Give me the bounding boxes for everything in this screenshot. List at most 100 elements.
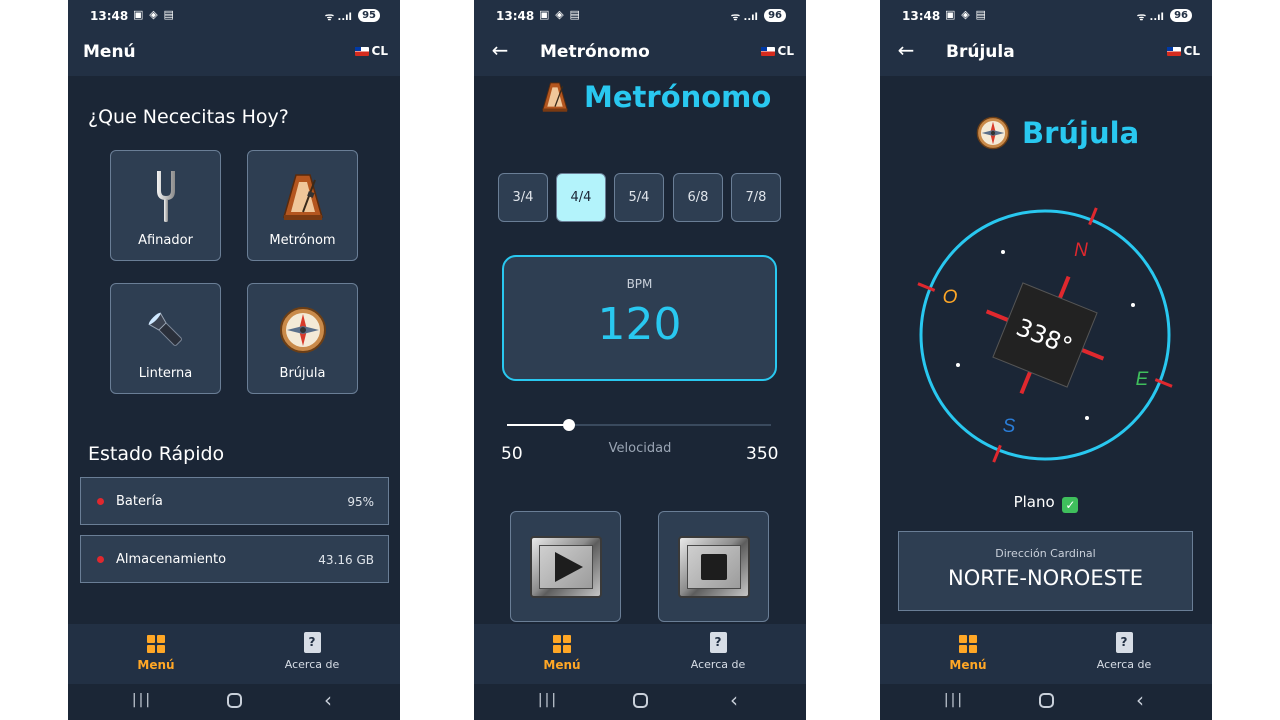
system-nav: ||| ‹ xyxy=(880,684,1212,720)
bottom-nav: Menú ? Acerca de xyxy=(880,624,1212,684)
signal-icon: ᯤ ..ıl xyxy=(324,12,352,23)
battery-indicator: 95 xyxy=(358,9,380,22)
tile-label: Brújula xyxy=(279,366,326,381)
status-time: 13:48 xyxy=(90,9,129,23)
slider-fill xyxy=(507,424,569,426)
tile-label: Metrónom xyxy=(269,233,336,248)
recents-button[interactable]: ||| xyxy=(528,692,568,708)
back-arrow-icon[interactable]: ← xyxy=(894,38,918,66)
bottom-nav: Menú ? Acerca de xyxy=(68,624,400,684)
bpm-label: BPM xyxy=(626,277,653,291)
time-signature-button[interactable]: 3/4 xyxy=(498,173,548,222)
tile-afinador[interactable]: Afinador xyxy=(110,150,221,261)
status-item-storage: Almacenamiento 43.16 GB xyxy=(80,535,389,583)
time-signature-button[interactable]: 7/8 xyxy=(731,173,781,222)
slider-max: 350 xyxy=(746,444,779,464)
metronome-screen: 13:48 ▣ ◈ ▤ ᯤ ..ıl 96 ← Metrónomo CL Met… xyxy=(474,0,806,720)
nav-label: Menú xyxy=(137,658,175,672)
back-arrow-icon[interactable]: ← xyxy=(488,38,512,66)
language-selector[interactable]: CL xyxy=(760,44,794,58)
battery-indicator: 96 xyxy=(764,9,786,22)
bpm-slider[interactable] xyxy=(507,419,771,431)
back-nav-button[interactable]: ‹ xyxy=(714,688,754,712)
metronome-icon xyxy=(542,82,568,112)
nav-about[interactable]: ? Acerca de xyxy=(658,632,778,671)
status-label: Batería xyxy=(116,494,163,509)
status-dot-icon xyxy=(97,556,104,563)
cardinal-o: O xyxy=(943,287,958,308)
help-book-icon: ? xyxy=(709,632,727,653)
home-button[interactable] xyxy=(620,688,660,713)
app-bar: ← Metrónomo CL xyxy=(474,32,806,76)
flashlight-icon xyxy=(111,302,220,357)
time-signature-button[interactable]: 5/4 xyxy=(614,173,664,222)
play-button[interactable] xyxy=(510,511,621,622)
status-bar: 13:48 ▣ ◈ ▤ ᯤ ..ıl 96 xyxy=(880,0,1212,32)
check-icon: ✓ xyxy=(1062,497,1079,513)
page-title: Brújula xyxy=(946,42,1015,62)
signal-icon: ᯤ ..ıl xyxy=(1136,12,1164,23)
grid-icon xyxy=(959,635,977,653)
status-bar: 13:48 ▣ ◈ ▤ ᯤ ..ıl 95 xyxy=(68,0,400,32)
battery-indicator: 96 xyxy=(1170,9,1192,22)
home-button[interactable] xyxy=(1026,688,1066,713)
play-icon xyxy=(529,535,602,598)
tile-brujula[interactable]: Brújula xyxy=(247,283,358,394)
page-title: Metrónomo xyxy=(540,42,650,62)
tile-linterna[interactable]: Linterna xyxy=(110,283,221,394)
status-value: 43.16 GB xyxy=(318,553,374,567)
screen-title: Metrónomo xyxy=(584,80,772,114)
home-button[interactable] xyxy=(214,688,254,713)
metronome-icon xyxy=(248,169,357,224)
language-code: CL xyxy=(777,44,794,58)
nav-about[interactable]: ? Acerca de xyxy=(252,632,372,671)
nav-menu[interactable]: Menú xyxy=(96,632,216,672)
bpm-display: BPM 120 xyxy=(502,255,777,381)
notification-icons: ▣ ◈ ▤ xyxy=(133,8,175,21)
nav-label: Acerca de xyxy=(284,658,340,671)
nav-label: Menú xyxy=(543,658,581,672)
nav-menu[interactable]: Menú xyxy=(502,632,622,672)
page-title: Menú xyxy=(83,42,136,62)
direction-display: Dirección Cardinal NORTE-NOROESTE xyxy=(898,531,1193,611)
chile-flag-icon xyxy=(354,46,369,56)
language-selector[interactable]: CL xyxy=(354,44,388,58)
metronome-header: Metrónomo xyxy=(540,80,771,114)
tile-label: Linterna xyxy=(138,366,193,381)
plano-label: Plano xyxy=(1013,493,1055,511)
system-nav: ||| ‹ xyxy=(474,684,806,720)
slider-thumb[interactable] xyxy=(562,419,575,431)
menu-screen: 13:48 ▣ ◈ ▤ ᯤ ..ıl 95 Menú CL ¿Que Necec… xyxy=(68,0,400,720)
tuning-fork-icon xyxy=(111,169,220,224)
section-heading: ¿Que Nececitas Hoy? xyxy=(88,106,289,128)
recents-button[interactable]: ||| xyxy=(934,692,974,708)
app-bar: ← Brújula CL xyxy=(880,32,1212,76)
nav-menu[interactable]: Menú xyxy=(908,632,1028,672)
cardinal-s: S xyxy=(1003,416,1016,437)
stop-button[interactable] xyxy=(658,511,769,622)
grid-icon xyxy=(147,635,165,653)
cardinal-n: N xyxy=(1074,240,1088,261)
chile-flag-icon xyxy=(1166,46,1181,56)
tile-metronomo[interactable]: Metrónom xyxy=(247,150,358,261)
app-bar: Menú CL xyxy=(68,32,400,76)
back-nav-button[interactable]: ‹ xyxy=(1120,688,1160,712)
direction-value: NORTE-NOROESTE xyxy=(947,566,1144,590)
recents-button[interactable]: ||| xyxy=(122,692,162,708)
compass-screen: 13:48 ▣ ◈ ▤ ᯤ ..ıl 96 ← Brújula CL Brúju… xyxy=(880,0,1212,720)
nav-about[interactable]: ? Acerca de xyxy=(1064,632,1184,671)
status-value: 95% xyxy=(347,495,374,509)
time-signature-button[interactable]: 6/8 xyxy=(673,173,723,222)
language-selector[interactable]: CL xyxy=(1166,44,1200,58)
bottom-nav: Menú ? Acerca de xyxy=(474,624,806,684)
status-heading: Estado Rápido xyxy=(88,443,225,465)
status-label: Almacenamiento xyxy=(116,552,227,567)
status-time: 13:48 xyxy=(902,9,941,23)
cardinal-e: E xyxy=(1136,369,1149,390)
time-signature-button-selected[interactable]: 4/4 xyxy=(556,173,606,222)
screen-title: Brújula xyxy=(1022,116,1140,150)
status-item-battery: Batería 95% xyxy=(80,477,389,525)
back-nav-button[interactable]: ‹ xyxy=(308,688,348,712)
chile-flag-icon xyxy=(760,46,775,56)
nav-label: Menú xyxy=(949,658,987,672)
